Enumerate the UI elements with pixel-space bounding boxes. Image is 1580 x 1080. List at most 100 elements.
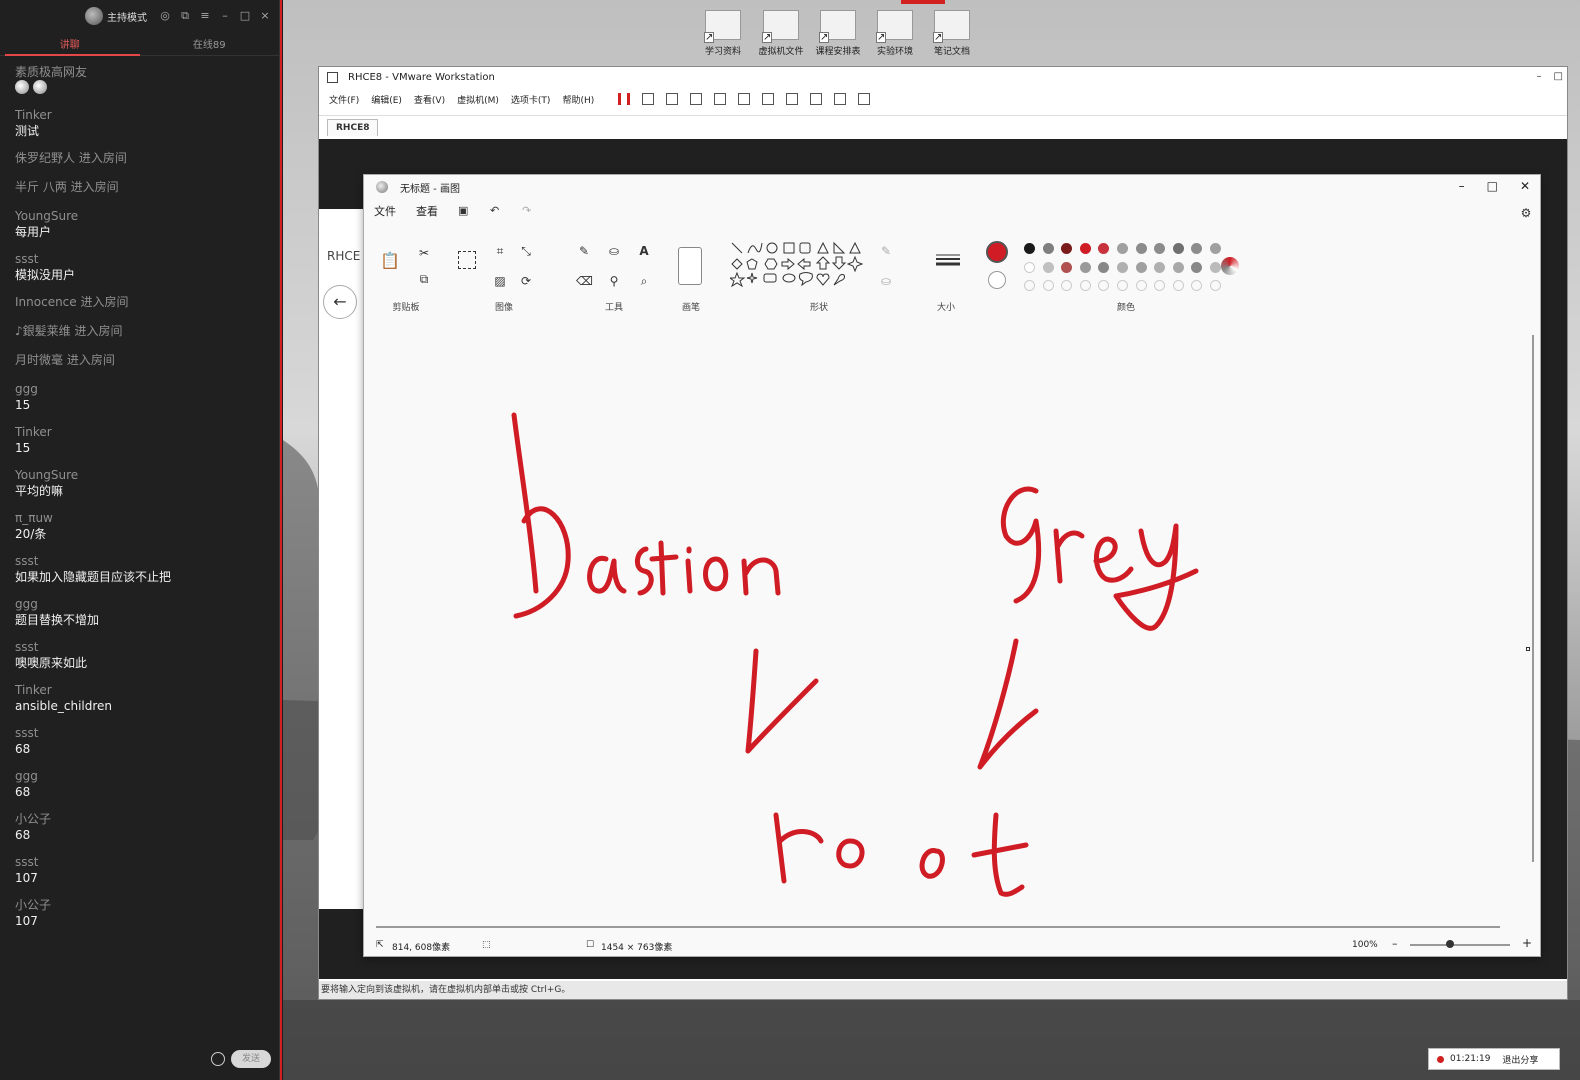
color-swatch[interactable] [1117,243,1128,254]
menu-view[interactable]: 查看(V) [414,93,445,106]
stroke-size-icon[interactable] [936,253,960,267]
color-swatch[interactable] [1061,280,1073,291]
color-swatch[interactable] [1079,261,1091,273]
stop-share-button[interactable]: 退出分享 [1502,1053,1538,1066]
desktop-shortcut[interactable]: 虚拟机文件 [753,10,809,66]
close-icon[interactable]: ✕ [1520,179,1530,193]
color-swatch[interactable] [1042,243,1054,254]
brush-icon[interactable] [678,247,702,285]
thumbnail-icon[interactable] [762,93,775,105]
vertical-scrollbar[interactable] [1532,335,1534,862]
color-swatch[interactable] [1210,280,1221,291]
paste-icon[interactable]: 📋 [380,253,400,269]
color-swatch[interactable] [1024,243,1035,254]
tab-online[interactable]: 在线89 [140,32,280,55]
color-swatch[interactable] [1117,261,1128,273]
desktop-shortcut[interactable]: 学习资料 [695,10,751,66]
menu-file[interactable]: 文件 [374,203,396,219]
outline-icon[interactable]: ✎ [878,243,894,259]
zoom-slider[interactable] [1410,944,1510,946]
revert-snapshot-icon[interactable] [690,93,703,105]
pencil-icon[interactable]: ✎ [576,243,592,259]
color-swatch[interactable] [1210,261,1221,273]
color-swatch[interactable] [1154,261,1166,273]
color-swatch[interactable] [1024,280,1035,291]
desktop-shortcut[interactable]: 笔记文档 [924,10,980,66]
color-picker-icon[interactable]: ⚲ [606,273,622,289]
popout-icon[interactable]: ⧉ [179,10,191,22]
rotate-icon[interactable]: ⟳ [518,273,534,289]
crop-icon[interactable]: ⌗ [492,243,508,259]
canvas-resize-handle[interactable] [1526,647,1530,651]
maximize-icon[interactable]: □ [1487,179,1498,193]
text-icon[interactable]: A [636,243,652,259]
drawing-canvas[interactable] [376,321,1530,926]
color-swatch[interactable] [1191,243,1203,254]
shape-fill-icon[interactable]: ⛀ [878,273,894,289]
tab-chat[interactable]: 讲聊 [0,32,140,56]
console-icon[interactable] [834,93,847,105]
unity-icon[interactable] [810,93,823,105]
save-icon[interactable]: ▣ [458,205,470,217]
desktop-shortcut[interactable]: 实验环境 [867,10,923,66]
color-swatch[interactable] [1079,243,1091,254]
snapshot-manager-icon[interactable] [714,93,727,105]
color-swatch[interactable] [1172,243,1184,254]
fullscreen-icon[interactable] [786,93,799,105]
color-swatch[interactable] [1024,261,1035,273]
color-swatch[interactable] [1061,261,1073,273]
eraser-icon[interactable]: ⌫ [576,273,593,289]
menu-edit[interactable]: 编辑(E) [371,93,402,106]
color1-swatch[interactable] [986,241,1008,263]
zoom-slider-thumb[interactable] [1446,940,1454,948]
snapshot-icon[interactable] [666,93,679,105]
color-swatch[interactable] [1098,280,1110,291]
menu-icon[interactable]: ≡ [199,10,211,22]
color-swatch[interactable] [1172,280,1184,291]
maximize-icon[interactable]: □ [239,10,251,22]
magnifier-icon[interactable]: ⌕ [636,273,652,289]
close-icon[interactable]: × [259,10,271,22]
color-swatch[interactable] [1061,243,1073,254]
minimize-icon[interactable]: – [219,10,231,22]
color-swatch[interactable] [1098,243,1110,254]
color-swatch[interactable] [1135,280,1147,291]
resize-icon[interactable]: ⤡ [518,243,534,259]
color-swatch[interactable] [1042,280,1054,291]
color-swatch[interactable] [1042,261,1054,273]
color-swatch[interactable] [1172,261,1184,273]
menu-help[interactable]: 帮助(H) [562,93,594,106]
minimize-icon[interactable]: – [1537,71,1542,82]
menu-tabs[interactable]: 选项卡(T) [511,93,551,106]
pause-icon[interactable] [618,93,631,105]
color-swatch[interactable] [1154,243,1166,254]
settings-icon[interactable]: ◎ [159,10,171,22]
color-swatch[interactable] [1191,261,1203,273]
maximize-icon[interactable]: □ [1554,71,1563,82]
shapes-gallery[interactable] [730,241,870,297]
redo-icon[interactable]: ↷ [522,205,534,217]
menu-vm[interactable]: 虚拟机(M) [457,93,499,106]
edit-colors-icon[interactable] [1221,257,1239,275]
select-icon[interactable] [458,251,476,269]
host-mode[interactable]: 主持模式 [85,7,147,25]
undo-icon[interactable]: ↶ [490,205,502,217]
settings-icon[interactable]: ⚙ [1518,205,1534,221]
color-swatch[interactable] [1191,280,1203,291]
tab-rhce8[interactable]: RHCE8 [327,119,379,136]
send-keys-icon[interactable] [642,93,655,105]
back-arrow-icon[interactable]: ← [323,285,357,319]
zoom-in-button[interactable]: + [1522,936,1532,950]
color-swatch[interactable] [1117,280,1128,291]
color-swatch[interactable] [1135,243,1147,254]
copy-icon[interactable]: ⧉ [416,271,432,287]
desktop-shortcut[interactable]: 课程安排表 [810,10,866,66]
minimize-icon[interactable]: – [1459,179,1465,193]
send-button[interactable]: 发送 [231,1050,271,1068]
menu-file[interactable]: 文件(F) [329,93,359,106]
stretch-icon[interactable] [858,93,871,105]
cut-icon[interactable]: ✂ [416,245,432,261]
menu-view[interactable]: 查看 [416,203,438,219]
color2-swatch[interactable] [988,271,1006,289]
fill-icon[interactable]: ⛀ [606,243,622,259]
